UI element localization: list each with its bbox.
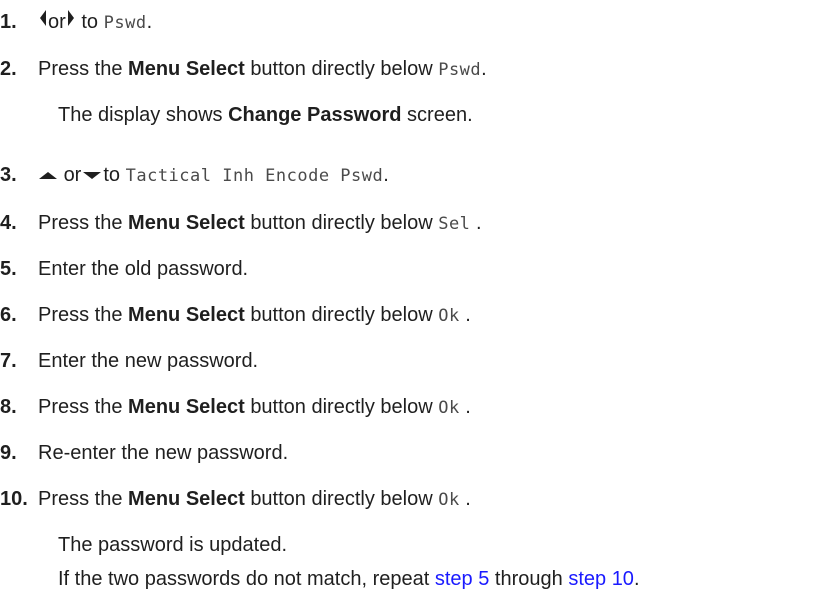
step-9: 9. Re-enter the new password. — [0, 442, 289, 464]
step-number: 6. — [0, 304, 17, 326]
or-text: or — [48, 11, 66, 33]
menu-target: Pswd — [103, 13, 147, 33]
left-arrow-icon — [38, 8, 48, 34]
menu-select-label: Menu Select — [128, 212, 245, 234]
step-number: 2. — [0, 58, 17, 80]
step-2: 2. Press the Menu Select button directly… — [0, 58, 487, 80]
step-5-link[interactable]: step 5 — [435, 568, 489, 590]
step-10: 10. Press the Menu Select button directl… — [0, 488, 471, 510]
step-10-mismatch-note: If the two passwords do not match, repea… — [58, 568, 640, 590]
menu-select-label: Menu Select — [128, 488, 245, 510]
to-text: to — [81, 11, 99, 33]
step-10-note: The password is updated. — [58, 534, 288, 556]
step-10-link[interactable]: step 10 — [568, 568, 634, 590]
step-8: 8. Press the Menu Select button directly… — [0, 396, 471, 418]
step-number: 8. — [0, 396, 17, 418]
step-3: 3. or to Tactical Inh Encode Pswd . — [0, 164, 389, 187]
menu-target: Ok — [438, 398, 460, 418]
step-1: 1. or to Pswd . — [0, 8, 152, 34]
step-number: 10. — [0, 488, 28, 510]
down-arrow-icon — [81, 164, 103, 187]
menu-select-label: Menu Select — [128, 304, 245, 326]
step-number: 7. — [0, 350, 17, 372]
step-number: 1. — [0, 11, 17, 33]
menu-target: Ok — [438, 490, 460, 510]
menu-target: Sel — [438, 214, 471, 234]
step-number: 3. — [0, 164, 17, 186]
up-arrow-icon — [38, 164, 58, 187]
menu-target: Pswd — [438, 60, 482, 80]
right-arrow-icon — [66, 8, 76, 34]
step-7: 7. Enter the new password. — [0, 350, 259, 372]
to-text: to — [103, 164, 121, 186]
step-number: 5. — [0, 258, 17, 280]
menu-select-label: Menu Select — [128, 396, 245, 418]
menu-select-label: Menu Select — [128, 58, 245, 80]
step-number: 4. — [0, 212, 17, 234]
step-5: 5. Enter the old password. — [0, 258, 249, 280]
menu-target: Tactical Inh Encode Pswd — [125, 166, 384, 186]
step-6: 6. Press the Menu Select button directly… — [0, 304, 471, 326]
or-text: or — [63, 164, 82, 186]
step-4: 4. Press the Menu Select button directly… — [0, 212, 482, 234]
step-2-note: The display shows Change Password screen… — [58, 104, 473, 126]
step-number: 9. — [0, 442, 17, 464]
menu-target: Ok — [438, 306, 460, 326]
